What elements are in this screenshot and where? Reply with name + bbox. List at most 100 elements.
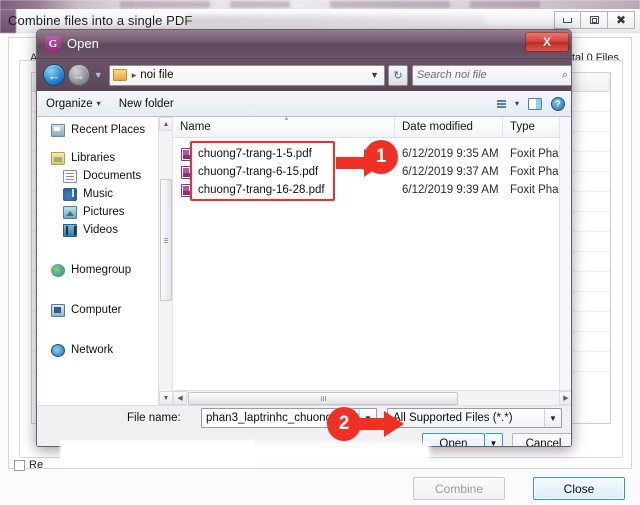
minimize-icon [563, 17, 572, 23]
annotation-arrow-2 [359, 411, 404, 437]
file-name-cell[interactable]: chuong7-trang-16-28.pdf [173, 183, 395, 197]
help-icon[interactable]: ? [551, 96, 565, 111]
paint-smudge [240, 443, 430, 463]
nav-item-videos[interactable]: Videos [37, 221, 172, 239]
file-name-label: chuong7-trang-6-15.pdf [198, 166, 319, 178]
file-date-cell: 6/12/2019 9:37 AM [402, 166, 499, 178]
forward-arrow-icon: → [72, 67, 86, 83]
minimize-button[interactable] [554, 11, 581, 29]
file-name-label: chuong7-trang-1-5.pdf [198, 148, 312, 160]
open-dialog-title-bar: G Open X [37, 30, 571, 59]
open-button[interactable]: Open [422, 433, 485, 446]
chevron-down-icon[interactable]: ▼ [544, 409, 561, 427]
close-button[interactable]: ✖ [608, 11, 635, 29]
music-icon [63, 187, 77, 201]
scrollbar-thumb[interactable] [160, 179, 172, 301]
refresh-button[interactable]: ↻ [388, 64, 408, 86]
navigation-pane-scrollbar[interactable]: ▲ ▼ [158, 117, 172, 405]
scroll-up-arrow-icon[interactable]: ▲ [159, 117, 172, 131]
nav-item-label: Computer [71, 304, 122, 316]
search-input[interactable]: Search noi file ⌕ [411, 64, 571, 86]
open-dialog-body: Recent Places Libraries Documents Music [37, 116, 571, 405]
nav-item-documents[interactable]: Documents [37, 167, 172, 185]
nav-item-label: Documents [83, 170, 142, 182]
scroll-right-arrow-icon[interactable]: ▶ [559, 391, 571, 405]
recent-locations-button[interactable]: ▼ [93, 70, 104, 80]
recognize-text-checkbox-row[interactable]: Re [14, 459, 43, 471]
nav-item-libraries[interactable]: Libraries [37, 149, 172, 167]
breadcrumb-current-folder[interactable]: noi file [140, 69, 173, 81]
pdf-file-icon [181, 147, 192, 161]
address-breadcrumb-bar[interactable]: ▸ noi file ▼ [108, 64, 386, 86]
back-button[interactable]: ← [43, 64, 65, 86]
annotation-badge-1: 1 [364, 140, 398, 174]
new-folder-button[interactable]: New folder [110, 98, 183, 110]
window-controls: ✖ [554, 11, 635, 29]
documents-icon [63, 169, 77, 183]
nav-item-label: Pictures [83, 206, 125, 218]
combine-button[interactable]: Combine [413, 477, 505, 500]
file-date-cell: 6/12/2019 9:39 AM [402, 184, 499, 196]
open-dialog-title: Open [67, 36, 99, 51]
search-placeholder-text: Search noi file [416, 69, 487, 81]
nav-item-music[interactable]: Music [37, 185, 172, 203]
file-list-vertical-scrollbar[interactable] [559, 117, 571, 390]
file-date-cell: 6/12/2019 9:35 AM [402, 148, 499, 160]
close-dialog-button[interactable]: Close [533, 477, 625, 500]
nav-item-pictures[interactable]: Pictures [37, 203, 172, 221]
address-bar: ← → ▼ ▸ noi file ▼ ↻ Search noi file ⌕ [37, 59, 571, 91]
paint-smudge [60, 440, 255, 466]
open-button-dropdown[interactable]: ▼ [485, 433, 503, 446]
nav-item-label: Network [71, 344, 114, 356]
open-dialog-close-button[interactable]: X [525, 32, 569, 52]
pdf-file-icon [181, 165, 192, 179]
new-folder-label: New folder [118, 97, 174, 110]
file-name-label: chuong7-trang-16-28.pdf [198, 184, 325, 196]
command-bar-right-group: ▾ ? [496, 96, 571, 111]
close-icon: ✖ [615, 13, 627, 27]
page-title: Combine files into a single PDF [8, 13, 193, 28]
horizontal-scrollbar-thumb[interactable] [188, 391, 458, 405]
nav-item-network[interactable]: Network [37, 341, 172, 359]
scroll-left-arrow-icon[interactable]: ◀ [173, 391, 187, 405]
file-type-filter-select[interactable]: All Supported Files (*.*) ▼ [387, 408, 562, 428]
nav-item-label: Libraries [71, 152, 116, 164]
column-header-name[interactable]: Name [173, 116, 395, 137]
column-header-date-modified[interactable]: Date modified [395, 117, 503, 137]
organize-menu-button[interactable]: Organize ▾ [37, 98, 110, 110]
screenshot-root: Combine files into a single PDF ✖ Ad Tot… [0, 0, 640, 505]
maximize-button[interactable] [581, 11, 608, 29]
nav-item-recent-places[interactable]: Recent Places [37, 121, 172, 139]
blurred-menu-bar [185, 15, 485, 25]
refresh-icon: ↻ [393, 69, 403, 82]
chevron-down-icon: ▾ [96, 99, 101, 108]
scroll-down-arrow-icon[interactable]: ▼ [159, 391, 172, 405]
cancel-button[interactable]: Cancel [512, 433, 571, 446]
pictures-icon [63, 205, 77, 219]
recent-places-icon [51, 123, 65, 137]
network-icon [51, 343, 65, 357]
folder-icon [112, 69, 127, 81]
forward-button[interactable]: → [67, 64, 90, 86]
list-view-icon [496, 99, 506, 108]
file-list-horizontal-scrollbar[interactable]: ◀ ▶ [173, 390, 571, 405]
change-view-button[interactable] [496, 99, 506, 108]
preview-pane-icon[interactable] [528, 97, 542, 110]
command-bar: Organize ▾ New folder ▾ ? [37, 91, 571, 117]
app-logo-icon: G [45, 36, 61, 52]
nav-item-homegroup[interactable]: Homegroup [37, 261, 172, 279]
nav-item-computer[interactable]: Computer [37, 301, 172, 319]
checkbox-icon[interactable] [14, 459, 25, 471]
maximize-icon [589, 16, 599, 24]
computer-icon [51, 303, 65, 317]
organize-label: Organize [46, 97, 93, 110]
nav-item-label: Videos [83, 224, 118, 236]
nav-item-label: Homegroup [71, 264, 132, 276]
nav-item-label: Recent Places [71, 124, 146, 136]
breadcrumb-separator-icon: ▸ [131, 69, 137, 80]
chevron-down-icon[interactable]: ▼ [370, 70, 381, 80]
search-icon: ⌕ [561, 68, 568, 81]
list-item[interactable]: chuong7-trang-16-28.pdf 6/12/2019 9:39 A… [173, 181, 571, 199]
libraries-icon [51, 151, 65, 165]
chevron-down-icon[interactable]: ▾ [515, 99, 519, 108]
